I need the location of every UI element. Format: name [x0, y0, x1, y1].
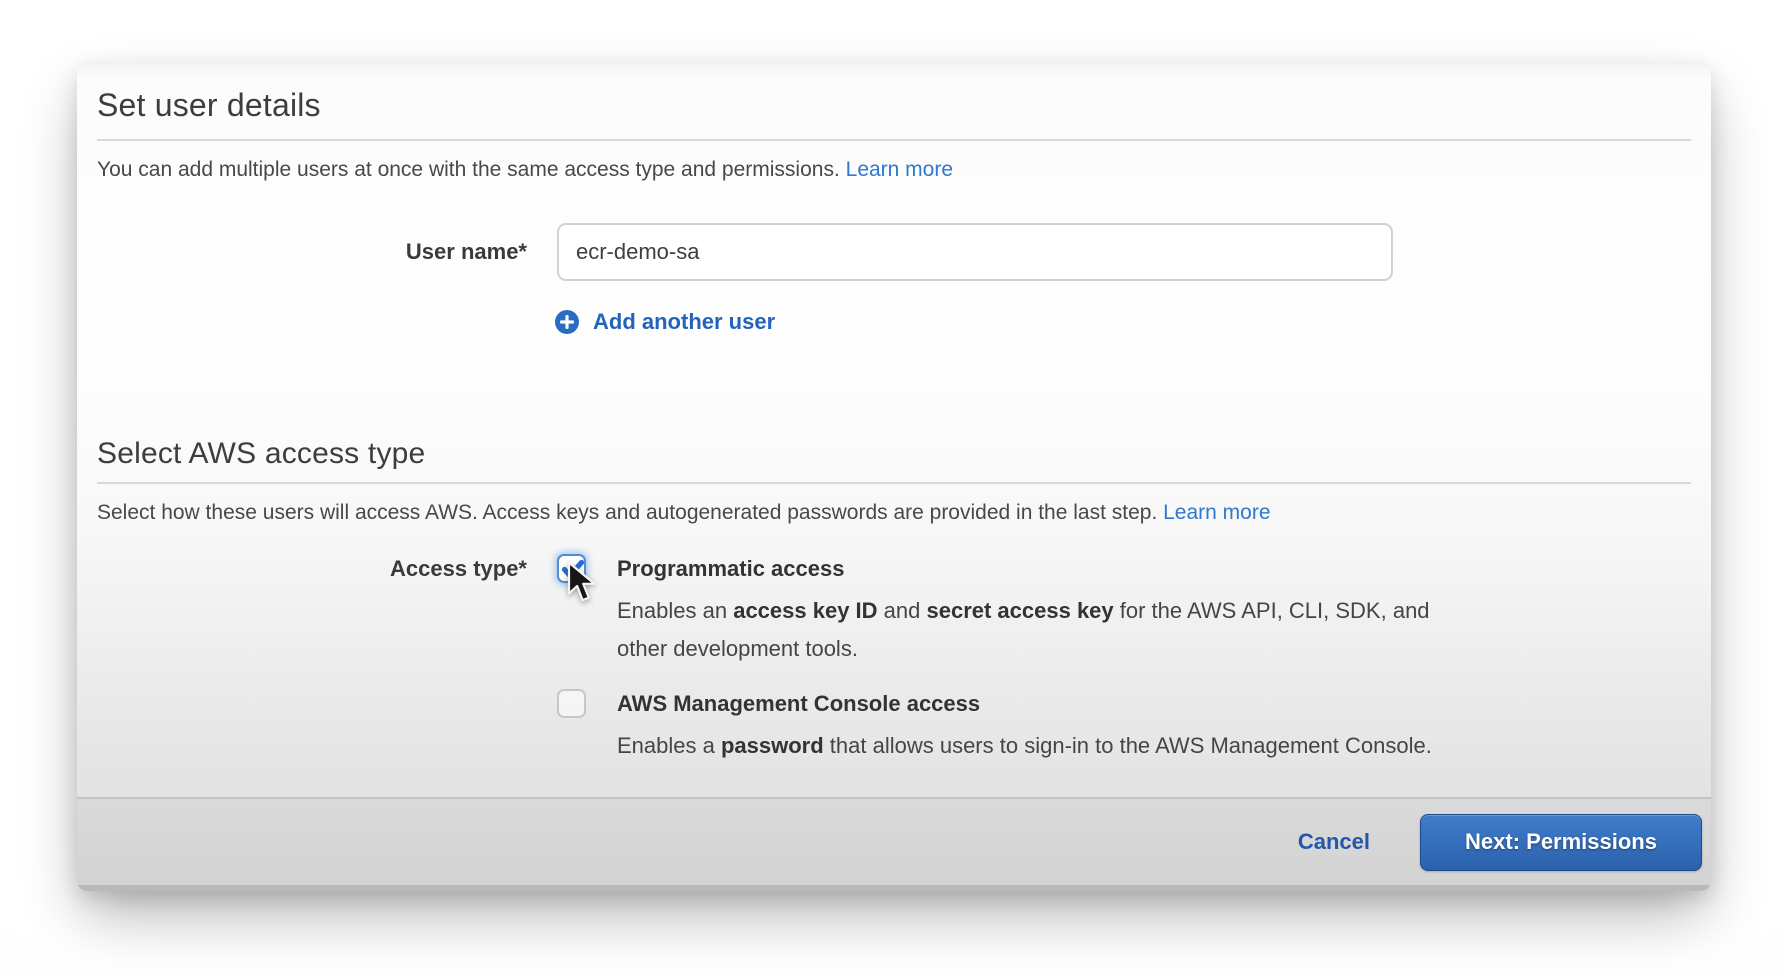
page-title: Set user details: [97, 62, 1691, 125]
learn-more-link-access-type[interactable]: Learn more: [1163, 501, 1270, 524]
access-type-form-row: Access type* Programmatic access Enables…: [97, 554, 1691, 765]
programmatic-access-desc-line1: Enables an access key ID and secret acce…: [617, 592, 1430, 630]
wizard-footer: Cancel Next: Permissions: [77, 797, 1711, 891]
user-details-description: You can add multiple users at once with …: [97, 156, 1691, 184]
title-divider: [97, 139, 1691, 141]
page: { "user_details": { "title": "Set user d…: [0, 0, 1786, 974]
desc-bold-password: password: [721, 733, 824, 758]
access-type-description: Select how these users will access AWS. …: [97, 499, 1691, 527]
desc-text: Enables an: [617, 598, 733, 623]
wizard-step-content: Set user details You can add multiple us…: [77, 62, 1711, 797]
add-another-user-button[interactable]: Add another user: [555, 307, 1691, 337]
programmatic-access-option: Programmatic access Enables an access ke…: [557, 554, 1432, 668]
add-user-wizard-panel: Set user details You can add multiple us…: [77, 62, 1711, 891]
checkmark-icon: [560, 556, 586, 582]
programmatic-access-text: Programmatic access Enables an access ke…: [617, 554, 1430, 668]
access-type-label: Access type*: [97, 554, 527, 765]
cancel-button[interactable]: Cancel: [1298, 829, 1370, 855]
console-access-desc: Enables a password that allows users to …: [617, 727, 1432, 765]
username-label: User name*: [97, 239, 527, 265]
access-type-divider: [97, 482, 1691, 484]
plus-circle-icon: [555, 310, 579, 334]
desc-text: that allows users to sign-in to the AWS …: [824, 733, 1432, 758]
console-access-title: AWS Management Console access: [617, 689, 1432, 718]
access-type-options: Programmatic access Enables an access ke…: [557, 554, 1432, 765]
desc-text: for the AWS API, CLI, SDK, and: [1114, 598, 1430, 623]
console-access-text: AWS Management Console access Enables a …: [617, 689, 1432, 765]
username-input[interactable]: [557, 223, 1393, 281]
learn-more-link-user-details[interactable]: Learn more: [846, 158, 953, 181]
programmatic-access-checkbox[interactable]: [557, 554, 586, 583]
user-details-description-text: You can add multiple users at once with …: [97, 158, 840, 181]
programmatic-access-desc-line2: other development tools.: [617, 630, 1430, 668]
add-another-user-label: Add another user: [593, 309, 775, 335]
programmatic-access-desc: Enables an access key ID and secret acce…: [617, 592, 1430, 668]
access-type-section-title: Select AWS access type: [97, 437, 1691, 471]
desc-bold-secret-access-key: secret access key: [926, 598, 1113, 623]
programmatic-access-title: Programmatic access: [617, 554, 1430, 583]
console-access-option: AWS Management Console access Enables a …: [557, 689, 1432, 765]
desc-text: Enables a: [617, 733, 721, 758]
desc-bold-access-key-id: access key ID: [733, 598, 877, 623]
access-type-description-text: Select how these users will access AWS. …: [97, 501, 1157, 524]
next-permissions-button[interactable]: Next: Permissions: [1420, 814, 1702, 871]
console-access-checkbox[interactable]: [557, 689, 586, 718]
username-form-row: User name*: [97, 223, 1691, 281]
desc-text: and: [878, 598, 927, 623]
